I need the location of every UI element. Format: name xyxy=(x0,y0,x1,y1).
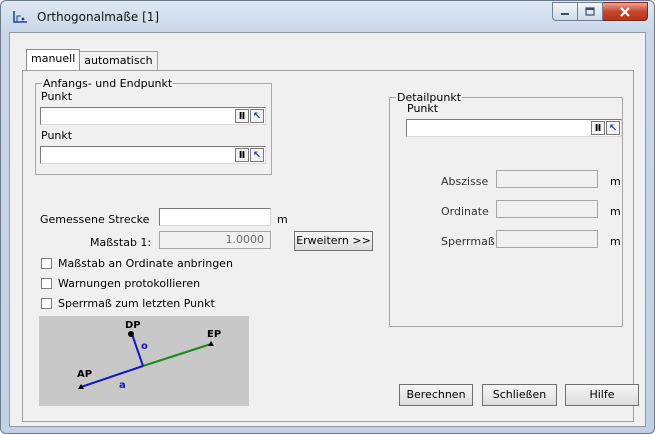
ordinate-unit: m xyxy=(610,205,621,218)
point2-pick-button[interactable]: ↖ xyxy=(250,148,264,162)
tab-automatisch[interactable]: automatisch xyxy=(79,51,158,70)
option-blocking-last-point-label: Sperrmaß zum letzten Punkt xyxy=(58,297,215,310)
caption-buttons xyxy=(552,2,648,21)
scale-input: 1.0000 xyxy=(159,231,271,249)
point2-pick-buttons: Ⅱ ↖ xyxy=(235,148,264,162)
orthogonal-diagram: DP EP AP o a xyxy=(39,316,249,406)
point2-list-button[interactable]: Ⅱ xyxy=(235,148,249,162)
maximize-icon xyxy=(585,7,595,16)
start-end-point-group: Anfangs- und Endpunkt Punkt Ⅱ ↖ Punkt Ⅱ … xyxy=(35,77,272,175)
ap-label: AP xyxy=(77,369,93,380)
detail-point-group: Detailpunkt Punkt Ⅱ ↖ Abszisse m Ordinat… xyxy=(389,91,623,327)
baseline-remainder xyxy=(142,343,212,367)
list-icon: Ⅱ xyxy=(238,149,246,161)
dp-label: DP xyxy=(125,320,141,331)
point1-pick-button[interactable]: ↖ xyxy=(250,109,264,123)
end-point-marker xyxy=(208,341,214,346)
ordinate-output xyxy=(496,200,598,218)
detail-point-marker xyxy=(128,331,134,337)
start-end-group-title: Anfangs- und Endpunkt xyxy=(42,77,174,90)
list-icon: Ⅱ xyxy=(238,110,246,122)
dialog-client-area: manuell automatisch Anfangs- und Endpunk… xyxy=(9,32,646,427)
option-scale-ordinate-checkbox[interactable] xyxy=(41,258,52,269)
measured-distance-unit: m xyxy=(277,213,288,226)
dialog-window: Orthogonalmaße [1] manuell automatisch A… xyxy=(0,0,655,434)
scale-value: 1.0000 xyxy=(225,233,265,246)
scale-label: Maßstab 1: xyxy=(90,236,152,249)
point2-input[interactable]: Ⅱ ↖ xyxy=(40,146,266,164)
close-icon xyxy=(620,6,630,17)
maximize-button[interactable] xyxy=(578,2,603,21)
abscissa-output xyxy=(496,170,598,188)
window-title: Orthogonalmaße [1] xyxy=(37,10,160,24)
point1-pick-buttons: Ⅱ ↖ xyxy=(235,109,264,123)
point1-label: Punkt xyxy=(41,90,73,103)
calculate-button[interactable]: Berechnen xyxy=(399,384,473,406)
list-icon: Ⅱ xyxy=(594,122,602,134)
abscissa-a-label: a xyxy=(119,380,126,391)
option-scale-ordinate-label: Maßstab an Ordinate anbringen xyxy=(58,257,233,270)
blocking-distance-unit: m xyxy=(610,235,621,248)
blocking-distance-label: Sperrmaß xyxy=(441,235,495,248)
detail-point-pick-button[interactable]: ↖ xyxy=(606,121,620,135)
option-log-warnings-label: Warnungen protokollieren xyxy=(58,277,201,290)
point2-label: Punkt xyxy=(41,129,73,142)
point1-input[interactable]: Ⅱ ↖ xyxy=(40,107,266,125)
minimize-button[interactable] xyxy=(552,2,578,21)
expand-button[interactable]: Erweitern >> xyxy=(294,231,373,251)
pick-cursor-icon: ↖ xyxy=(252,149,262,161)
pick-cursor-icon: ↖ xyxy=(252,110,262,122)
help-button[interactable]: Hilfe xyxy=(565,384,639,406)
option-log-warnings-checkbox[interactable] xyxy=(41,278,52,289)
measured-distance-label: Gemessene Strecke xyxy=(40,213,150,226)
minimize-icon xyxy=(561,12,569,15)
ordinate-o-label: o xyxy=(141,341,148,352)
detail-point-input[interactable]: Ⅱ ↖ xyxy=(406,119,622,137)
ordinate-label: Ordinate xyxy=(441,205,489,218)
tab-manuell[interactable]: manuell xyxy=(26,49,81,70)
abscissa-label: Abszisse xyxy=(441,175,489,188)
orthogonal-tool-icon xyxy=(13,11,27,23)
blocking-distance-output xyxy=(496,230,598,248)
tab-strip: manuell automatisch xyxy=(26,49,158,71)
option-blocking-last-point[interactable]: Sperrmaß zum letzten Punkt xyxy=(41,297,215,310)
close-button[interactable]: Schließen xyxy=(482,384,557,406)
pick-cursor-icon: ↖ xyxy=(608,122,618,134)
option-log-warnings[interactable]: Warnungen protokollieren xyxy=(41,277,200,290)
point1-list-button[interactable]: Ⅱ xyxy=(235,109,249,123)
title-bar[interactable]: Orthogonalmaße [1] xyxy=(1,1,654,31)
option-scale-ordinate[interactable]: Maßstab an Ordinate anbringen xyxy=(41,257,233,270)
close-window-button[interactable] xyxy=(603,2,648,21)
measured-distance-input[interactable] xyxy=(159,208,271,226)
option-blocking-last-point-checkbox[interactable] xyxy=(41,298,52,309)
ep-label: EP xyxy=(207,329,222,340)
detail-point-label: Punkt xyxy=(407,102,439,115)
detail-point-list-button[interactable]: Ⅱ xyxy=(591,121,605,135)
tab-panel-manuell: Anfangs- und Endpunkt Punkt Ⅱ ↖ Punkt Ⅱ … xyxy=(22,70,639,422)
abscissa-unit: m xyxy=(610,175,621,188)
detail-point-pick-buttons: Ⅱ ↖ xyxy=(591,121,620,135)
